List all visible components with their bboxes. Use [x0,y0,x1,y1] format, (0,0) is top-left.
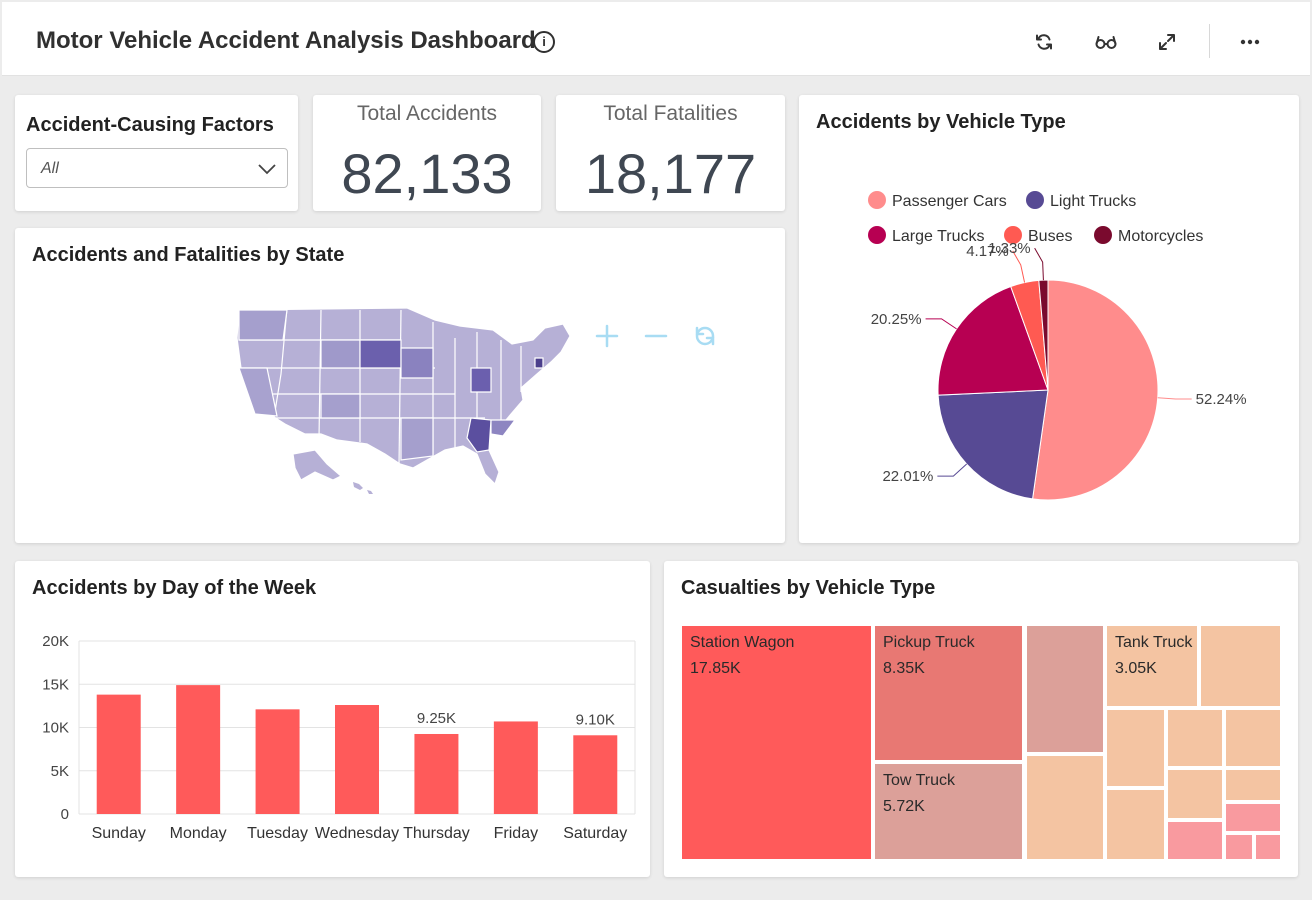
treemap-tile [1224,833,1254,861]
info-icon[interactable]: i [533,31,555,53]
treemap-tile [1166,708,1224,768]
refresh-icon[interactable] [1030,28,1058,56]
filter-title: Accident-Causing Factors [26,114,274,136]
weekday-bar-chart: 0 5K 10K 15K 20K Sunday Monday Tuesday Wednesday… [42,633,636,842]
y-tick-label: 0 [61,806,69,823]
treemap-tile [1105,708,1166,788]
kpi-value: 82,133 [341,142,513,205]
legend-swatch [1094,226,1112,244]
treemap-tile [1025,624,1105,754]
pie-data-label: 52.24% [1196,391,1247,408]
us-state-map[interactable] [15,228,785,543]
pie-data-label: 1.33% [988,240,1031,257]
expand-icon[interactable] [1153,28,1181,56]
reset-icon [695,326,715,346]
y-tick-label: 5K [51,763,69,780]
pie-data-label: 20.25% [871,311,922,328]
x-tick-label: Sunday [92,825,146,842]
pie-leader-line [1157,397,1192,400]
treemap-tile-value: 8.35K [883,660,925,677]
pie-slice [937,389,1049,500]
header-divider [1209,24,1210,58]
bar-data-label: 9.25K [417,710,456,727]
bar [96,694,141,814]
x-tick-label: Monday [170,825,227,842]
vehicle-type-pie-card: Accidents by Vehicle Type Passenger Cars… [799,95,1299,543]
treemap-tile-name: Tank Truck [1115,634,1193,651]
treemap-tile [1199,624,1282,708]
bar [176,685,221,814]
legend-label: Light Trucks [1050,193,1136,210]
x-tick-label: Thursday [403,825,470,842]
dashboard-header: Motor Vehicle Accident Analysis Dashboar… [2,2,1310,76]
factor-dropdown[interactable]: All [26,148,288,188]
map-card: Accidents and Fatalities by State [15,228,785,543]
bar [255,709,300,814]
legend-label: Passenger Cars [892,193,1007,210]
treemap-tile [1105,788,1166,861]
treemap-tile-value: 17.85K [690,660,741,677]
x-tick-label: Tuesday [247,825,308,842]
kpi-total-fatalities: Total Fatalities 18,177 [556,95,785,211]
treemap-tile [1224,708,1282,768]
y-tick-label: 15K [42,676,69,693]
pie-leader-line [937,463,968,477]
treemap-tile-name: Station Wagon [690,634,794,651]
bar [335,705,379,814]
treemap-tile-name: Pickup Truck [883,634,976,651]
glasses-icon[interactable] [1092,28,1120,56]
more-icon[interactable] [1236,28,1264,56]
dropdown-value: All [41,160,59,177]
treemap-tile [1254,833,1282,861]
y-tick-label: 10K [42,720,69,737]
bar [493,721,538,814]
treemap-tile-value: 5.72K [883,798,925,815]
bar [573,735,618,814]
treemap-tile [1224,802,1282,833]
legend-swatch [1026,191,1044,209]
treemap-card: Casualties by Vehicle Type Station Wagon… [664,561,1298,877]
kpi-label: Total Accidents [356,102,498,125]
y-tick-label: 20K [42,633,69,650]
treemap-tile [1224,768,1282,802]
kpi-value: 18,177 [584,142,757,205]
legend-label: Buses [1028,228,1072,245]
bar [414,733,459,814]
x-tick-label: Saturday [563,825,627,842]
legend-swatch [868,191,886,209]
legend-label: Motorcycles [1118,228,1203,245]
x-tick-label: Friday [494,825,538,842]
pie-slice [1032,279,1159,501]
kpi-total-accidents: Total Accidents 82,133 [313,95,541,211]
treemap-tile [1166,768,1224,820]
treemap-tile [1025,754,1105,861]
pie-data-label: 22.01% [882,468,933,485]
casualties-treemap: Station Wagon 17.85K Pickup Truck 8.35K Tow … [680,624,1282,861]
treemap-tile-value: 3.05K [1115,660,1157,677]
pie-leader-line [925,318,957,330]
vehicle-type-pie-chart: Passenger Cars Light TrucksLarge Trucks Bu… [868,191,1247,501]
kpi-label: Total Fatalities [603,102,738,125]
chevron-down-icon [257,159,277,184]
dashboard-title: Motor Vehicle Accident Analysis Dashboar… [36,27,536,54]
zoom-in-icon [595,324,619,348]
x-tick-label: Wednesday [315,825,399,842]
filter-card: Accident-Causing Factors All [15,95,298,211]
pie-leader-line [1034,247,1044,281]
bar-data-label: 9.10K [576,711,615,728]
treemap-tile [1166,820,1224,861]
weekday-bar-card: Accidents by Day of the Week 0 5K 10K 15K 20… [15,561,650,877]
treemap-tile-name: Tow Truck [883,772,956,789]
legend-swatch [868,226,886,244]
